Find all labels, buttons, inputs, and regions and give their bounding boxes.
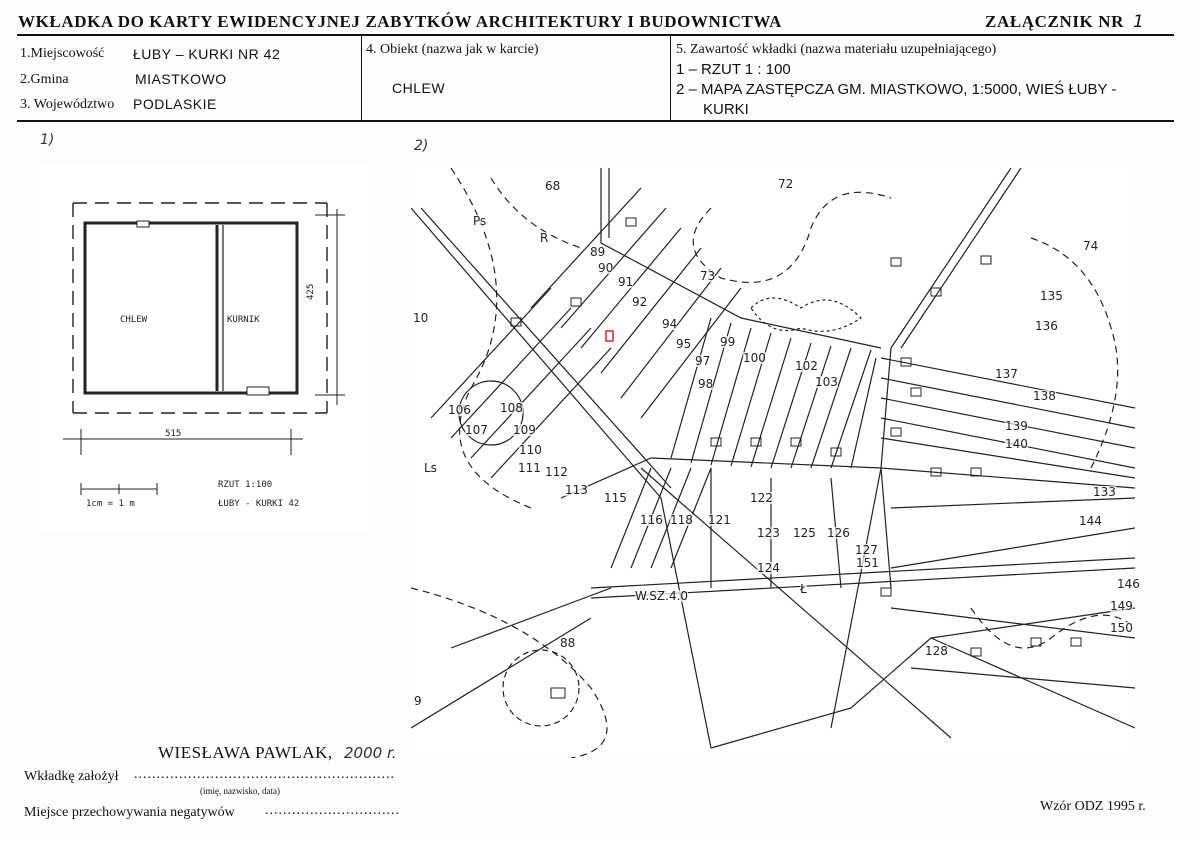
map-label: 103: [815, 375, 838, 389]
room-label-left: CHLEW: [120, 315, 148, 325]
sketch-panel: [37, 163, 375, 533]
storage-label: Miejsce przechowywania negatywów: [24, 805, 235, 820]
map-label: 106: [448, 403, 471, 417]
map-label: 144: [1079, 514, 1102, 528]
scale-bar-label: 1cm = 1 m: [86, 499, 135, 509]
map-label: 100: [743, 351, 766, 365]
map-label: 136: [1035, 319, 1058, 333]
map-label: 92: [632, 295, 648, 309]
map-label: 127: [855, 543, 878, 557]
map-label: 122: [750, 491, 773, 505]
header-divider-1: [361, 35, 362, 121]
storage-dotted-line: ..............................: [265, 803, 400, 818]
contents-item-3: KURKI: [703, 101, 749, 118]
header-rule-bottom: [17, 120, 1174, 122]
map-label: 10: [413, 311, 429, 325]
created-dotted-line: ........................................…: [134, 767, 395, 782]
contents-item-1: 1 – RZUT 1 : 100: [676, 61, 791, 78]
map-label: Ł: [800, 582, 807, 596]
map-label: 133: [1093, 485, 1116, 499]
map-label: 146: [1117, 577, 1140, 591]
map-label: 97: [695, 354, 711, 368]
sketch-number: 1): [40, 132, 55, 148]
object-value: CHLEW: [392, 80, 446, 96]
attachment-number: 1: [1133, 12, 1144, 32]
map-label: 94: [662, 317, 678, 331]
map-label: 115: [604, 491, 627, 505]
map-label: 68: [545, 179, 561, 193]
map-label: 149: [1110, 599, 1133, 613]
created-hint: (imię, nazwisko, data): [200, 786, 280, 796]
dimension-width: 515: [165, 429, 182, 439]
map-label: 121: [708, 513, 731, 527]
contents-label: 5. Zawartość wkładki (nazwa materiału uz…: [676, 42, 997, 57]
attachment-label: ZAŁĄCZNIK NR: [985, 12, 1124, 31]
map-number: 2): [414, 138, 429, 154]
map-label: R: [540, 231, 549, 245]
map-label: 74: [1083, 239, 1099, 253]
template-version: Wzór ODZ 1995 r.: [1040, 799, 1146, 814]
room-label-right: KURNIK: [227, 315, 260, 325]
map-label: 102: [795, 359, 818, 373]
map-label: 91: [618, 275, 634, 289]
map-label: 90: [598, 261, 614, 275]
province-value: PODLASKIE: [133, 96, 217, 112]
map-label: 89: [590, 245, 606, 259]
map-label: 109: [513, 423, 536, 437]
map-label: 125: [793, 526, 816, 540]
map-label: 95: [676, 337, 692, 351]
commune-label: 2.Gmina: [20, 72, 69, 87]
map-label: 124: [757, 561, 780, 575]
map-label: 123: [757, 526, 780, 540]
contents-item-2: 2 – MAPA ZASTĘPCZA GM. MIASTKOWO, 1:5000…: [676, 81, 1117, 98]
map-label: 113: [565, 483, 588, 497]
map-label: 72: [778, 177, 794, 191]
map-label: 111: [518, 461, 541, 475]
plan-label: RZUT 1:100: [218, 480, 273, 490]
plan-location: ŁUBY - KURKI 42: [218, 499, 300, 509]
map-label: 99: [720, 335, 736, 349]
map-label: 135: [1040, 289, 1063, 303]
locality-label: 1.Miejscowość: [20, 46, 105, 61]
map-label: 98: [698, 377, 714, 391]
form-title: WKŁADKA DO KARTY EWIDENCYJNEJ ZABYTKÓW A…: [18, 12, 783, 31]
map-label: Ls: [424, 461, 437, 475]
object-label: 4. Obiekt (nazwa jak w karcie): [366, 42, 539, 57]
map-label: 139: [1005, 419, 1028, 433]
map-label: 112: [545, 465, 568, 479]
commune-value: MIASTKOWO: [135, 71, 227, 87]
province-label: 3. Województwo: [20, 97, 115, 112]
map-label: 128: [925, 644, 948, 658]
map-label: 9: [414, 694, 422, 708]
locality-value: ŁUBY – KURKI NR 42: [133, 46, 281, 62]
map-label: 140: [1005, 437, 1028, 451]
map-label: 88: [560, 636, 576, 650]
map-label: 126: [827, 526, 850, 540]
map-label: 110: [519, 443, 542, 457]
map-label: 118: [670, 513, 693, 527]
map-label: 73: [700, 269, 716, 283]
header-divider-2: [670, 35, 671, 121]
map-label: 137: [995, 367, 1018, 381]
map-label: 138: [1033, 389, 1056, 403]
map-label: 150: [1110, 621, 1133, 635]
dimension-height: 425: [306, 283, 316, 300]
map-label: Ps: [473, 214, 487, 228]
map-label: 116: [640, 513, 663, 527]
header-rule-top: [17, 34, 1174, 36]
map-label: 108: [500, 401, 523, 415]
map-label: 151: [856, 556, 879, 570]
created-label: Wkładkę założył: [24, 769, 119, 784]
map-label: 107: [465, 423, 488, 437]
floor-plan-drawing: [63, 202, 345, 495]
author-year: 2000 r.: [344, 744, 397, 762]
author-name: WIESŁAWA PAWLAK,: [158, 743, 333, 762]
map-label: W.SZ.4.0: [635, 589, 689, 603]
